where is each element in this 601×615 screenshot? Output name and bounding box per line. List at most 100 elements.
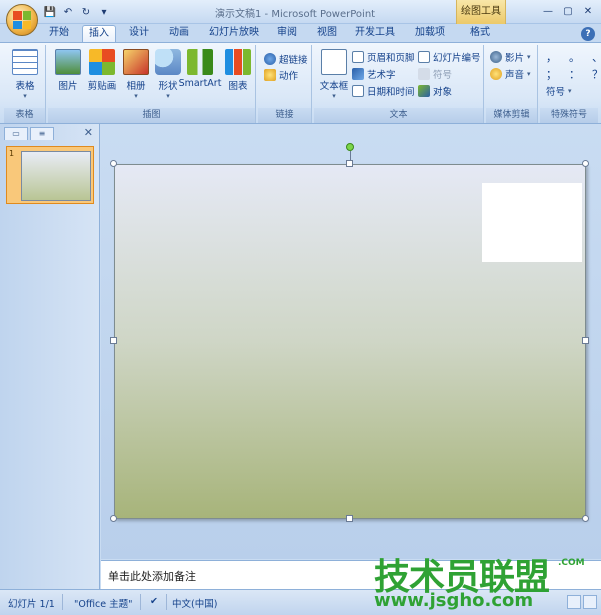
resize-handle-r[interactable] xyxy=(582,337,589,344)
semicolon-char-button[interactable]: ； xyxy=(546,66,557,82)
resize-handle-bl[interactable] xyxy=(110,515,117,522)
group-table: 表格 ▾ 表格 xyxy=(4,45,46,123)
movie-button[interactable]: 影片 ▾ xyxy=(490,49,531,65)
tab-home[interactable]: 开始 xyxy=(44,25,74,42)
smartart-button[interactable]: SmartArt xyxy=(178,47,222,89)
white-rectangle-shape[interactable] xyxy=(482,183,582,262)
window-title: 演示文稿1 - Microsoft PowerPoint xyxy=(215,9,376,20)
tab-addins[interactable]: 加载项 xyxy=(410,25,450,42)
resize-handle-t[interactable] xyxy=(346,160,353,167)
movie-icon xyxy=(490,51,502,63)
status-slide-info: 幻灯片 1/1 xyxy=(8,599,55,610)
window-controls: — ▢ ✕ xyxy=(539,3,597,19)
slide-number-icon xyxy=(418,51,430,63)
sound-button[interactable]: 声音 ▾ xyxy=(490,66,531,82)
object-button[interactable]: 对象 xyxy=(418,83,452,99)
comma-char-button[interactable]: ， xyxy=(546,49,557,65)
group-illustrations: 图片 剪贴画 相册 ▾ 形状 ▾ SmartArt 图表 插图 xyxy=(48,45,256,123)
omega-icon xyxy=(418,68,430,80)
group-label-text: 文本 xyxy=(314,108,483,123)
tab-animations[interactable]: 动画 xyxy=(164,25,194,42)
resize-handle-br[interactable] xyxy=(582,515,589,522)
drawing-tools-context-label: 绘图工具 xyxy=(456,0,506,24)
notes-placeholder: 单击此处添加备注 xyxy=(108,570,196,583)
minimize-button[interactable]: — xyxy=(539,3,557,19)
group-text: 文本框 ▾ 页眉和页脚 艺术字 日期和时间 幻灯片编号 符号 对象 文本 xyxy=(314,45,484,123)
textbox-icon xyxy=(321,49,347,75)
tab-slideshow[interactable]: 幻灯片放映 xyxy=(206,25,262,42)
resize-handle-b[interactable] xyxy=(346,515,353,522)
resize-handle-l[interactable] xyxy=(110,337,117,344)
enum-comma-char-button[interactable]: 、 xyxy=(592,49,601,65)
tab-view[interactable]: 视图 xyxy=(312,25,342,42)
group-label-illustrations: 插图 xyxy=(48,108,255,123)
save-icon[interactable]: 💾 xyxy=(42,4,58,20)
clipart-icon xyxy=(89,49,115,75)
tab-developer[interactable]: 开发工具 xyxy=(352,25,398,42)
redo-icon[interactable]: ↻ xyxy=(78,4,94,20)
slides-panel-tabs: ▭ ≡ xyxy=(4,127,56,140)
period-char-button[interactable]: 。 xyxy=(569,49,580,65)
symbol-text-button[interactable]: 符号 xyxy=(418,66,452,82)
status-theme: "Office 主题" xyxy=(74,599,133,610)
slide-thumbnail-preview xyxy=(21,151,91,201)
slide-thumbnail[interactable]: 1 xyxy=(6,146,94,204)
quick-access-toolbar: 💾 ↶ ↻ ▾ xyxy=(42,4,112,20)
outline-tab[interactable]: ≡ xyxy=(30,127,54,140)
slides-panel: ▭ ≡ ✕ 1 xyxy=(0,124,100,589)
header-footer-icon xyxy=(352,51,364,63)
spellcheck-icon[interactable]: ✔ xyxy=(150,596,158,607)
smartart-icon xyxy=(187,49,213,75)
tab-review[interactable]: 审阅 xyxy=(272,25,302,42)
watermark-logo: 技术员联盟 .COM www.jsgho.com xyxy=(374,557,585,611)
header-footer-button[interactable]: 页眉和页脚 xyxy=(352,49,415,65)
clipart-button[interactable]: 剪贴画 xyxy=(82,47,122,92)
group-label-special: 特殊符号 xyxy=(540,108,598,123)
calendar-icon xyxy=(352,85,364,97)
hyperlink-icon xyxy=(264,53,276,65)
symbol-dropdown-button[interactable]: 符号 ▾ xyxy=(546,83,572,99)
special-chars-row2: ； ： ？ xyxy=(546,66,601,82)
customize-qat-icon[interactable]: ▾ xyxy=(96,4,112,20)
status-language: 中文(中国) xyxy=(172,599,218,610)
group-label-table: 表格 xyxy=(4,108,45,123)
hyperlink-button[interactable]: 超链接 xyxy=(264,51,308,67)
restore-button[interactable]: ▢ xyxy=(559,3,577,19)
slide-number-button[interactable]: 幻灯片编号 xyxy=(418,49,481,65)
undo-icon[interactable]: ↶ xyxy=(60,4,76,20)
tab-format[interactable]: 格式 xyxy=(462,25,498,42)
panel-close-icon[interactable]: ✕ xyxy=(84,126,93,139)
tab-design[interactable]: 设计 xyxy=(124,25,154,42)
tab-insert[interactable]: 插入 xyxy=(82,25,116,42)
action-button[interactable]: 动作 xyxy=(264,67,298,83)
ribbon-tabs: 开始 插入 设计 动画 幻灯片放映 审阅 视图 开发工具 加载项 格式 ? xyxy=(0,24,601,42)
table-button[interactable]: 表格 ▾ xyxy=(7,47,43,100)
chart-icon xyxy=(225,49,251,75)
photo-album-button[interactable]: 相册 ▾ xyxy=(118,47,154,100)
ribbon: 表格 ▾ 表格 图片 剪贴画 相册 ▾ 形状 ▾ SmartArt 图表 插图 … xyxy=(0,42,601,124)
action-star-icon xyxy=(264,69,276,81)
help-icon[interactable]: ? xyxy=(581,27,595,41)
sound-icon xyxy=(490,68,502,80)
picture-icon xyxy=(55,49,81,75)
resize-handle-tl[interactable] xyxy=(110,160,117,167)
group-label-links: 链接 xyxy=(258,108,311,123)
table-icon xyxy=(12,49,38,75)
datetime-button[interactable]: 日期和时间 xyxy=(352,83,415,99)
close-button[interactable]: ✕ xyxy=(579,3,597,19)
picture-button[interactable]: 图片 xyxy=(50,47,86,92)
chart-button[interactable]: 图表 xyxy=(220,47,256,92)
colon-char-button[interactable]: ： xyxy=(569,66,580,82)
group-special-symbols: ， 。 、 ； ： ？ 符号 ▾ 特殊符号 xyxy=(540,45,601,123)
question-char-button[interactable]: ？ xyxy=(592,66,601,82)
slides-tab[interactable]: ▭ xyxy=(4,127,28,140)
object-icon xyxy=(418,85,430,97)
slide-thumbnail-number: 1 xyxy=(9,149,15,158)
wordart-button[interactable]: 艺术字 xyxy=(352,66,396,82)
office-logo-icon xyxy=(13,11,31,29)
group-media: 影片 ▾ 声音 ▾ 媒体剪辑 xyxy=(486,45,538,123)
office-button[interactable] xyxy=(6,4,38,36)
rotation-handle[interactable] xyxy=(346,143,354,151)
resize-handle-tr[interactable] xyxy=(582,160,589,167)
textbox-button[interactable]: 文本框 ▾ xyxy=(316,47,352,100)
